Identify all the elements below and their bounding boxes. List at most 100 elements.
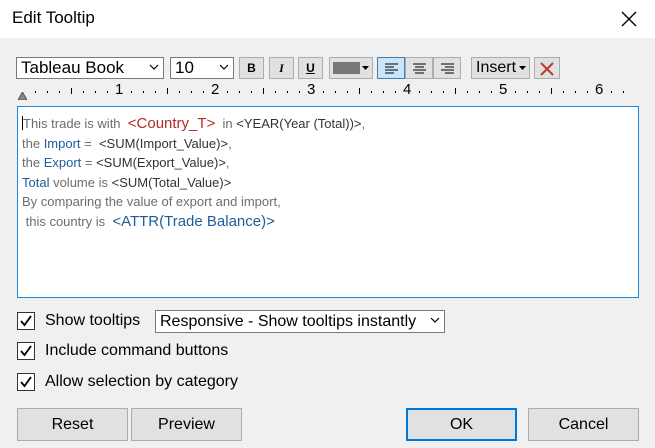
ruler-tick <box>575 91 576 93</box>
ruler-tick <box>251 91 252 93</box>
editor-text-segment: the <box>22 155 44 170</box>
ruler-tick <box>47 91 48 93</box>
ruler-label: 5 <box>499 81 508 98</box>
ruler-tick <box>59 91 60 93</box>
editor-text-segment: , <box>225 155 230 170</box>
ruler-tick <box>335 91 336 93</box>
editor-text-segment: <SUM(Import_Value)> <box>98 135 229 151</box>
underline-button[interactable]: U <box>298 57 323 79</box>
editor-line: the Export = <SUM(Export_Value)>, <box>22 153 638 173</box>
cancel-button[interactable]: Cancel <box>528 408 639 441</box>
ruler-tick <box>299 91 300 93</box>
align-left-button[interactable] <box>377 57 405 79</box>
editor-line: the Import = <SUM(Import_Value)>, <box>22 134 638 154</box>
show-tooltips-label: Show tooltips <box>45 312 141 329</box>
ruler-tick <box>371 91 372 93</box>
editor-text-segment: By comparing the value of export and imp… <box>22 194 281 209</box>
ruler-tick <box>443 91 444 93</box>
editor-text-segment: <Country_T> <box>127 115 216 132</box>
show-tooltips-checkbox[interactable] <box>17 312 35 330</box>
editor-text-segment: = <box>80 135 99 151</box>
italic-button[interactable]: I <box>269 57 294 79</box>
ruler-tick <box>395 91 396 93</box>
editor-text-segment: Total <box>22 174 50 190</box>
editor-text-segment: <SUM(Export_Value)> <box>96 155 226 170</box>
insert-menu-button[interactable]: Insert <box>471 57 530 79</box>
ruler-tick <box>155 91 156 93</box>
ruler-tick <box>551 88 552 94</box>
editor-text-segment: Export <box>43 155 82 170</box>
ruler-tick <box>143 91 144 93</box>
editor-line: this country is <ATTR(Trade Balance)> <box>22 212 638 232</box>
ruler-tick <box>359 88 360 94</box>
font-family-select[interactable]: Tableau Book <box>16 57 164 79</box>
align-right-button[interactable] <box>433 57 461 79</box>
tooltip-mode-select[interactable]: Responsive - Show tooltips instantly <box>155 310 445 333</box>
dropdown-arrow-icon <box>519 66 526 70</box>
editor-line: Total volume is <SUM(Total_Value)> <box>22 173 638 193</box>
allow-selection-checkbox[interactable] <box>17 373 35 391</box>
checkmark-icon <box>20 345 32 357</box>
checkmark-icon <box>20 376 32 388</box>
chevron-down-icon <box>149 64 159 70</box>
ruler-tick <box>275 91 276 93</box>
tooltip-mode-value: Responsive - Show tooltips instantly <box>160 313 417 330</box>
ruler-tick <box>35 91 36 93</box>
tooltip-text-editor[interactable]: This trade is with <Country_T> in <YEAR(… <box>17 106 639 298</box>
ruler-tick <box>611 91 612 93</box>
ruler-tick <box>107 91 108 93</box>
ruler-tick <box>539 91 540 93</box>
ruler-tick <box>191 91 192 93</box>
bold-button[interactable]: B <box>239 57 264 79</box>
ok-button[interactable]: OK <box>406 408 517 441</box>
ruler-tick <box>179 91 180 93</box>
ruler-tick <box>347 91 348 93</box>
ruler-tick <box>563 91 564 93</box>
ruler-tick <box>203 91 204 93</box>
title-bar: Edit Tooltip <box>0 0 655 38</box>
editor-line: This trade is with <Country_T> in <YEAR(… <box>22 114 638 134</box>
align-left-icon <box>385 63 398 74</box>
delete-x-icon <box>540 62 554 76</box>
ruler-tick <box>83 91 84 93</box>
ruler-tick <box>95 91 96 93</box>
editor-text-segment: Import <box>43 135 81 151</box>
reset-button[interactable]: Reset <box>17 408 128 441</box>
editor-text-segment: = <box>81 155 97 170</box>
font-size-select[interactable]: 10 <box>170 57 234 79</box>
insert-label: Insert <box>476 59 517 76</box>
text-color-button[interactable] <box>329 57 373 79</box>
clear-formatting-button[interactable] <box>534 57 560 79</box>
color-swatch <box>333 62 360 74</box>
editor-line: By comparing the value of export and imp… <box>22 192 638 212</box>
indent-marker-icon[interactable] <box>18 92 27 100</box>
align-right-icon <box>441 63 454 74</box>
ruler-label: 2 <box>211 81 220 98</box>
editor-text-segment: , <box>228 135 232 151</box>
editor-text-segment: this country is <box>22 213 113 229</box>
ruler-tick <box>515 91 516 93</box>
align-center-icon <box>413 63 426 74</box>
ruler-label: 4 <box>403 81 412 98</box>
align-center-button[interactable] <box>405 57 433 79</box>
ruler-tick <box>227 91 228 93</box>
ruler-tick <box>419 91 420 93</box>
ruler-tick <box>587 91 588 93</box>
dialog-title: Edit Tooltip <box>12 8 95 27</box>
close-button[interactable] <box>603 0 655 38</box>
editor-text-segment: This trade is with <box>23 116 128 131</box>
ruler-label: 1 <box>115 81 124 98</box>
ruler-tick <box>431 91 432 93</box>
include-command-buttons-checkbox[interactable] <box>17 342 35 360</box>
preview-button[interactable]: Preview <box>131 408 242 441</box>
font-family-value: Tableau Book <box>21 58 125 77</box>
include-command-buttons-label: Include command buttons <box>45 342 229 359</box>
ruler-tick <box>623 91 624 93</box>
ruler-tick <box>527 91 528 93</box>
ruler-tick <box>239 91 240 93</box>
ruler-tick <box>323 91 324 93</box>
ruler-tick <box>479 91 480 93</box>
ruler-label: 6 <box>595 81 604 98</box>
editor-text-segment: the <box>22 135 44 151</box>
editor-text-segment: volume is <box>49 174 112 190</box>
